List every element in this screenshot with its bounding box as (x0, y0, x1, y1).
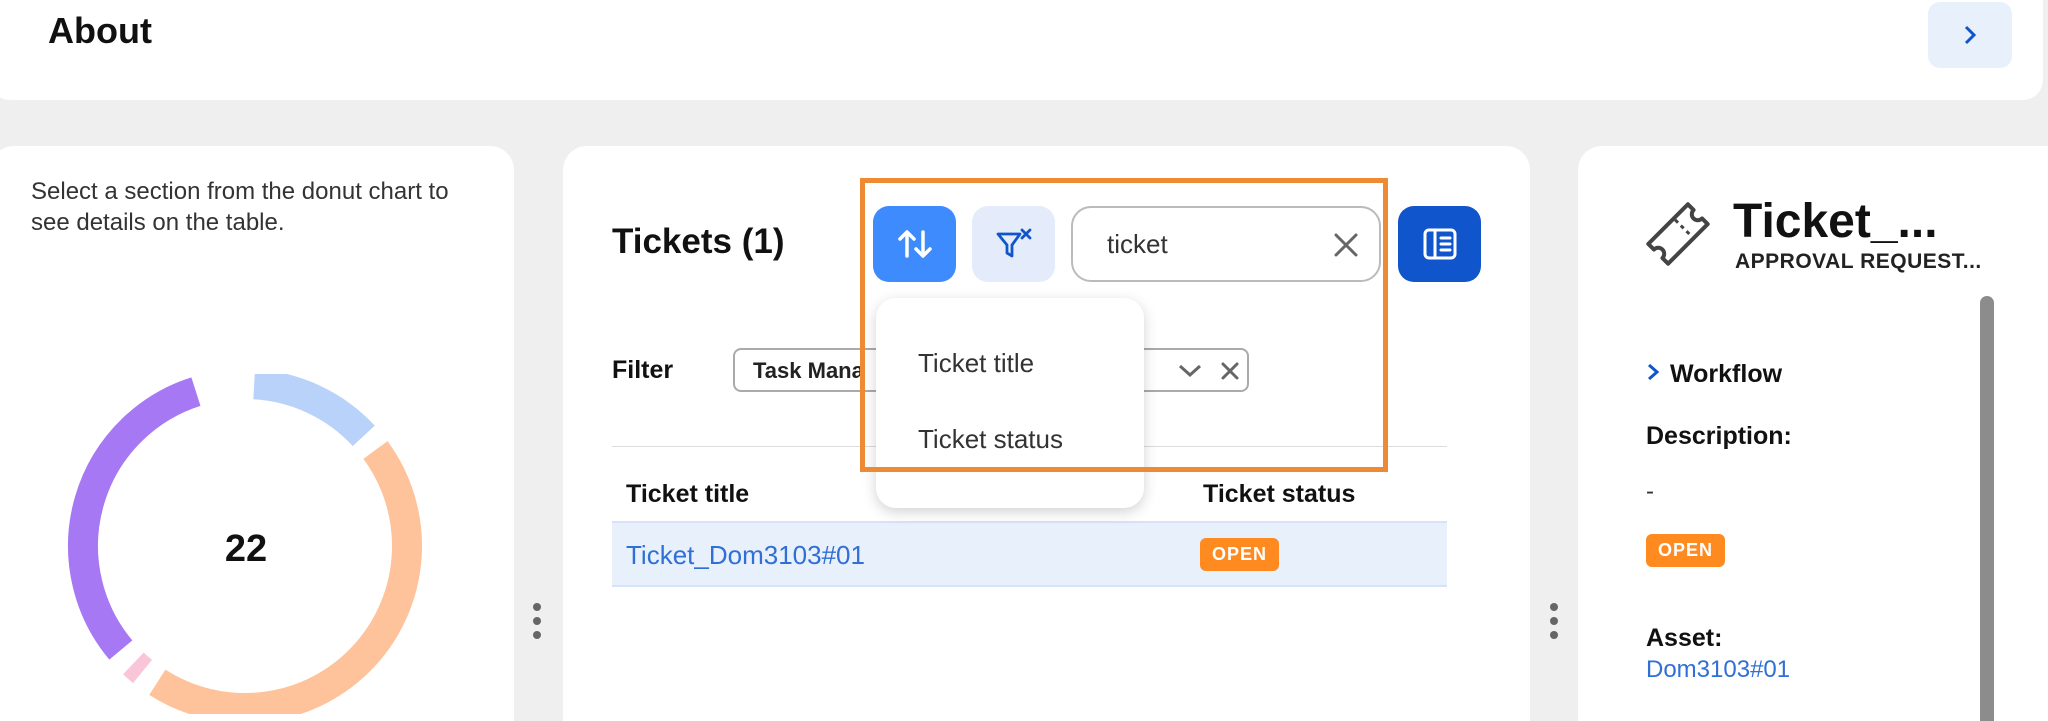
sort-dropdown-menu: Ticket title Ticket status (876, 298, 1144, 508)
search-input[interactable] (1107, 226, 1307, 262)
donut-segment-0[interactable] (252, 374, 375, 447)
donut-total: 22 (224, 528, 268, 570)
detail-title: Ticket_... (1733, 195, 1938, 248)
column-header-status[interactable]: Ticket status (1203, 480, 1355, 509)
detail-scrollbar[interactable] (1980, 296, 1994, 721)
chevron-down-icon[interactable] (1177, 362, 1203, 380)
sort-option-ticket-status[interactable]: Ticket status (918, 424, 1063, 455)
detail-status-badge: OPEN (1646, 534, 1726, 567)
chevron-right-icon (1964, 25, 1977, 45)
description-value: - (1646, 478, 1654, 505)
toggle-columns-button[interactable] (1398, 206, 1481, 282)
status-badge: OPEN (1200, 538, 1280, 571)
donut-segment-2[interactable] (123, 652, 153, 684)
detail-subtitle: APPROVAL REQUEST... (1735, 250, 1982, 273)
about-header (0, 0, 2043, 100)
tickets-heading: Tickets (1) (612, 222, 785, 261)
filter-label: Filter (612, 356, 674, 384)
workflow-label: Workflow (1670, 360, 1783, 388)
asset-link[interactable]: Dom3103#01 (1646, 656, 1790, 684)
chevron-right-icon (1646, 360, 1660, 389)
description-label: Description: (1646, 422, 1792, 450)
right-resize-handle[interactable] (1547, 603, 1561, 643)
sort-option-ticket-title[interactable]: Ticket title (918, 348, 1034, 379)
column-header-title[interactable]: Ticket title (626, 480, 749, 509)
donut-hint-text: Select a section from the donut chart to… (31, 178, 449, 236)
sort-icon (897, 230, 932, 258)
about-title: About (48, 10, 152, 51)
donut-segment-3[interactable] (68, 377, 201, 660)
filter-select-value: Task Mana (753, 358, 864, 383)
sort-button[interactable] (873, 206, 956, 282)
clear-filter-button[interactable] (972, 206, 1055, 282)
filter-clear-icon (996, 228, 1031, 258)
left-resize-handle[interactable] (530, 603, 544, 643)
search-box[interactable] (1071, 206, 1381, 282)
expand-about-button[interactable] (1928, 2, 2012, 68)
clear-filter-icon[interactable] (1219, 360, 1241, 382)
asset-label: Asset: (1646, 624, 1723, 652)
ticket-title-link[interactable]: Ticket_Dom3103#01 (626, 540, 865, 571)
ticket-icon (1646, 202, 1710, 266)
panel-layout-icon (1423, 228, 1456, 260)
clear-search-icon[interactable] (1329, 228, 1363, 262)
workflow-toggle[interactable]: Workflow (1646, 360, 1782, 389)
table-row[interactable]: Ticket_Dom3103#01 OPEN (612, 521, 1447, 587)
donut-segment-1[interactable] (149, 441, 422, 714)
